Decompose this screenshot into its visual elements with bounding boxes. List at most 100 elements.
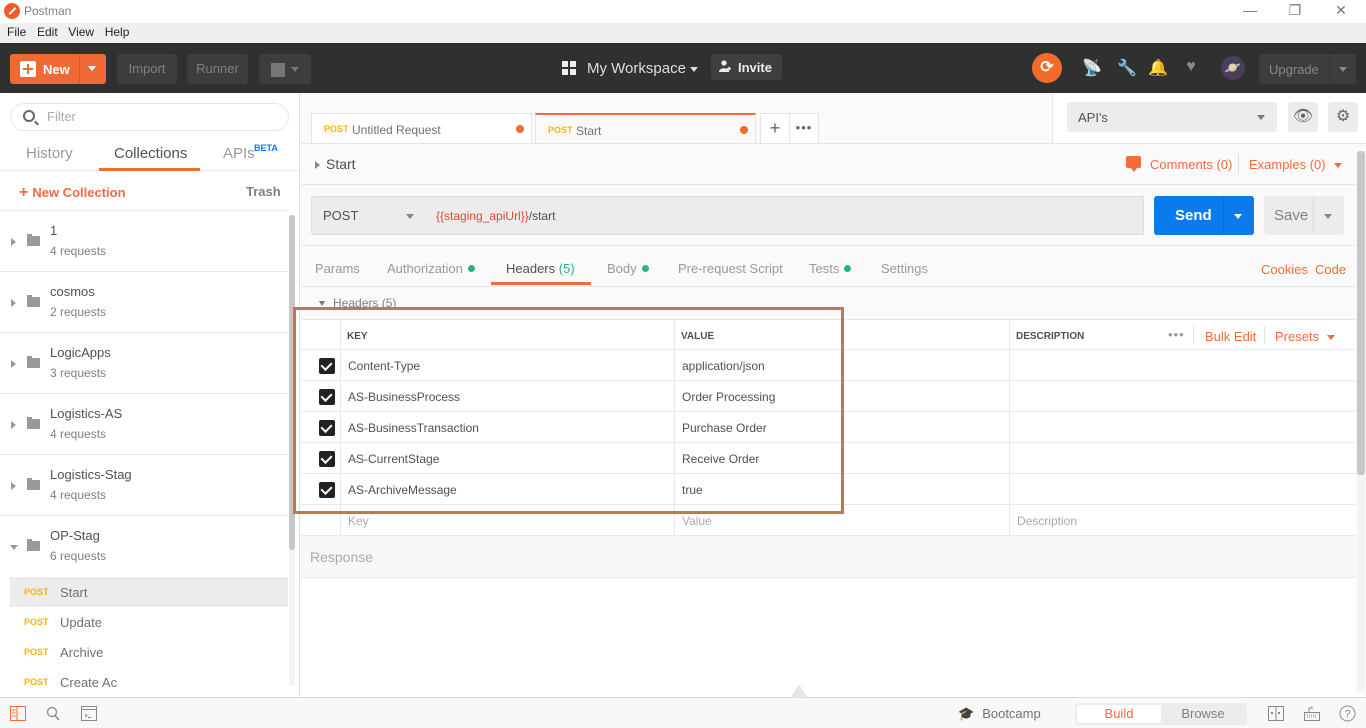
collection-item[interactable]: Logistics-AS 4 requests [0,394,288,455]
caret-down-icon[interactable] [10,545,18,550]
caret-right-icon[interactable] [11,482,16,490]
value-cell[interactable]: Order Processing [674,381,1009,412]
tab-untitled-request[interactable]: POST Untitled Request [311,113,532,143]
sidebar-scrollbar[interactable] [289,215,295,685]
save-button[interactable]: Save [1264,196,1344,235]
tab-headers[interactable]: Headers (5) [506,261,575,276]
new-description-input[interactable]: Description [1009,505,1356,536]
tab-pre-request-script[interactable]: Pre-request Script [678,261,783,276]
wrench-icon[interactable]: 🔧 [1117,58,1137,78]
avatar[interactable]: 🪐 [1221,56,1245,80]
cookies-link[interactable]: Cookies [1261,262,1308,277]
restore-button[interactable]: ❐ [1280,2,1310,20]
new-dropdown-caret-icon[interactable] [88,66,96,71]
url-input[interactable]: {{staging_apiUrl}}/start [426,196,1144,235]
request-item[interactable]: POST Create Ac [10,667,288,697]
caret-right-icon[interactable] [11,421,16,429]
upgrade-button[interactable]: Upgrade [1259,54,1356,84]
menu-help[interactable]: Help [98,23,130,39]
trash-button[interactable]: Trash [246,184,281,199]
build-mode-button[interactable]: Build [1077,705,1161,723]
collection-item[interactable]: cosmos 2 requests [0,272,288,333]
bootcamp-button[interactable]: 🎓 Bootcamp [958,706,1041,722]
two-pane-view-icon[interactable] [1268,706,1284,721]
key-cell[interactable]: AS-CurrentStage [340,443,674,474]
tab-params[interactable]: Params [315,261,360,276]
toggle-sidebar-icon[interactable] [10,706,26,721]
request-item[interactable]: POST Update [10,607,288,637]
code-link[interactable]: Code [1315,262,1346,277]
description-cell[interactable] [1009,412,1356,443]
new-value-input[interactable]: Value [674,505,1009,536]
caret-right-icon[interactable] [11,360,16,368]
headers-section-toggle[interactable]: Headers (5) [319,296,396,310]
key-cell[interactable]: AS-BusinessProcess [340,381,674,412]
value-cell[interactable]: application/json [674,350,1009,381]
header-enabled-checkbox[interactable] [319,358,335,374]
key-cell[interactable]: AS-ArchiveMessage [340,474,674,505]
key-cell[interactable]: Content-Type [340,350,674,381]
import-button[interactable]: Import [117,54,177,84]
send-button[interactable]: Send [1154,196,1254,235]
collection-item[interactable]: 1 4 requests [0,211,288,272]
unsaved-dot-icon[interactable] [516,125,524,133]
bulk-edit-link[interactable]: Bulk Edit [1205,329,1256,344]
send-dropdown-caret-icon[interactable] [1234,214,1242,219]
menu-edit[interactable]: Edit [30,23,58,39]
keyboard-shortcuts-icon[interactable] [1304,706,1320,721]
sync-icon[interactable]: ⟳ [1032,53,1062,83]
caret-right-icon[interactable] [11,299,16,307]
bell-icon[interactable]: 🔔 [1148,58,1168,78]
tab-apis[interactable]: APIs [223,145,255,162]
examples-button[interactable]: Examples (0) [1249,157,1342,172]
more-options-button[interactable]: ••• [1168,327,1185,342]
menu-view[interactable]: View [61,23,94,39]
new-key-input[interactable]: Key [340,505,674,536]
tab-settings[interactable]: Settings [881,261,928,276]
tab-authorization[interactable]: Authorization [387,261,475,276]
description-cell[interactable] [1009,474,1356,505]
browse-mode-button[interactable]: Browse [1161,705,1245,723]
heart-icon[interactable]: ♥ [1181,58,1201,78]
tab-collections[interactable]: Collections [114,145,187,162]
chevron-down-icon[interactable] [1339,67,1347,72]
header-enabled-checkbox[interactable] [319,451,335,467]
description-cell[interactable] [1009,350,1356,381]
console-icon[interactable] [81,706,97,721]
description-cell[interactable] [1009,381,1356,412]
presets-dropdown[interactable]: Presets [1275,329,1336,344]
header-enabled-checkbox[interactable] [319,482,335,498]
main-scrollbar[interactable] [1357,151,1365,691]
scrollbar-thumb[interactable] [289,215,295,550]
new-window-button[interactable] [259,54,311,84]
scrollbar-thumb[interactable] [1357,151,1365,475]
request-item[interactable]: POST Archive [10,637,288,667]
find-icon[interactable] [46,706,62,721]
tab-options-button[interactable]: ••• [789,113,819,143]
caret-right-icon[interactable] [11,238,16,246]
collection-item[interactable]: LogicApps 3 requests [0,333,288,394]
save-dropdown-caret-icon[interactable] [1324,214,1332,219]
request-name-header[interactable]: Start [315,156,356,172]
key-cell[interactable]: AS-BusinessTransaction [340,412,674,443]
method-select[interactable]: POST [311,196,427,235]
tab-tests[interactable]: Tests [809,261,852,276]
tab-body[interactable]: Body [607,261,649,276]
tab-start[interactable]: POST Start [535,113,756,143]
value-cell[interactable]: Purchase Order [674,412,1009,443]
environment-select[interactable]: API's [1067,102,1277,132]
tab-history[interactable]: History [26,145,73,162]
environment-quick-look-button[interactable]: 👁 [1288,102,1318,132]
new-tab-button[interactable]: + [760,113,790,143]
new-collection-button[interactable]: + New Collection [19,184,126,202]
manage-environments-button[interactable]: ⚙ [1328,102,1358,132]
filter-field[interactable] [10,103,289,131]
value-cell[interactable]: Receive Order [674,443,1009,474]
close-button[interactable]: ✕ [1326,2,1356,20]
description-cell[interactable] [1009,443,1356,474]
menu-file[interactable]: File [0,23,26,39]
runner-button[interactable]: Runner [187,54,248,84]
collection-item[interactable]: Logistics-Stag 4 requests [0,455,288,516]
request-item[interactable]: POST Start [10,577,288,607]
help-icon[interactable]: ? [1339,705,1356,722]
